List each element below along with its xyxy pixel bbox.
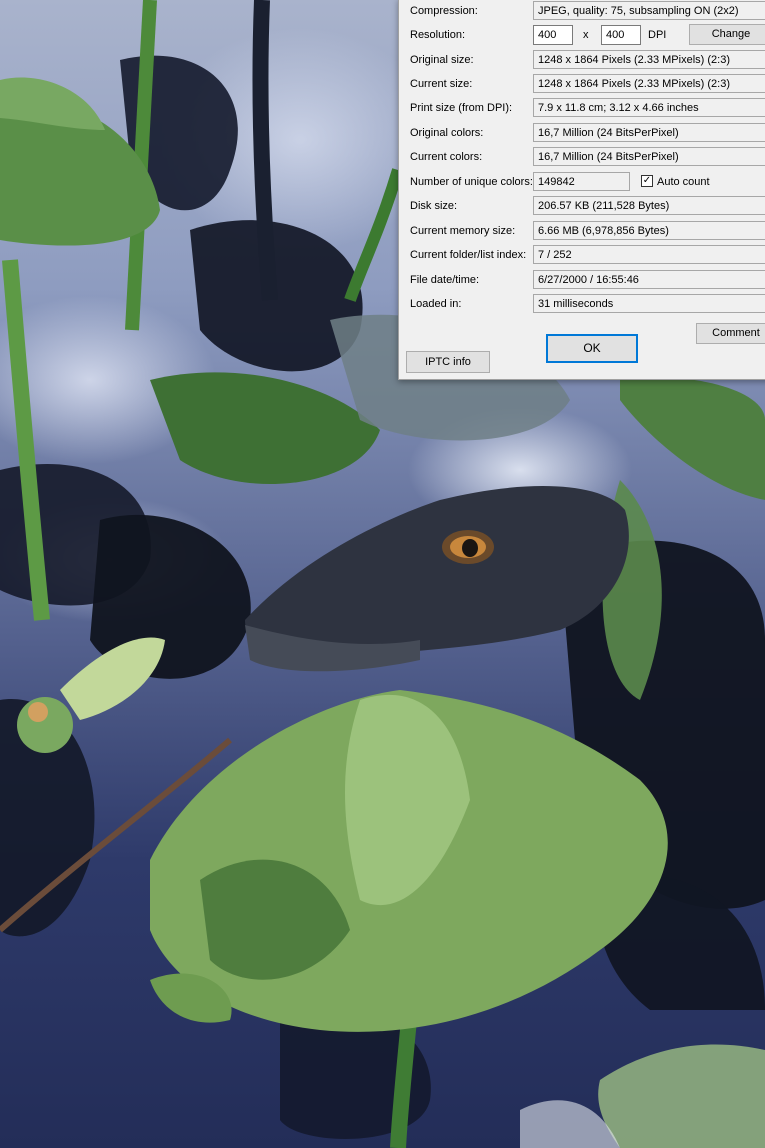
resolution-row: Resolution: 400 x 400 DPI Change (399, 24, 765, 47)
image-properties-dialog: Compression: JPEG, quality: 75, subsampl… (398, 0, 765, 380)
disk-size-label: Disk size: (410, 200, 458, 212)
auto-count-label: Auto count (657, 176, 710, 188)
file-date-label: File date/time: (410, 274, 480, 286)
resolution-unit-label: DPI (648, 29, 667, 41)
original-size-label: Original size: (410, 54, 474, 66)
compression-row: Compression: JPEG, quality: 75, subsampl… (399, 1, 765, 23)
unique-colors-row: Number of unique colors: 149842 ✓ Auto c… (399, 172, 765, 194)
current-size-label: Current size: (410, 78, 473, 90)
resolution-label: Resolution: (410, 29, 466, 41)
folder-index-value: 7 / 252 (533, 245, 765, 264)
original-colors-value: 16,7 Million (24 BitsPerPixel) (533, 123, 765, 142)
ok-button[interactable]: OK (546, 334, 638, 363)
disk-size-row: Disk size: 206.57 KB (211,528 Bytes) (399, 196, 765, 218)
comment-button[interactable]: Comment (696, 323, 765, 344)
disk-size-value: 206.57 KB (211,528 Bytes) (533, 196, 765, 215)
compression-label: Compression: (410, 5, 478, 17)
memory-size-value: 6.66 MB (6,978,856 Bytes) (533, 221, 765, 240)
original-colors-label: Original colors: (410, 127, 484, 139)
folder-index-row: Current folder/list index: 7 / 252 (399, 245, 765, 267)
resolution-x-field[interactable]: 400 (533, 25, 573, 45)
current-size-value: 1248 x 1864 Pixels (2.33 MPixels) (2:3) (533, 74, 765, 93)
print-size-row: Print size (from DPI): 7.9 x 11.8 cm; 3.… (399, 98, 765, 120)
unique-colors-value: 149842 (533, 172, 630, 191)
auto-count-checkbox[interactable]: ✓ (641, 175, 653, 187)
change-button[interactable]: Change (689, 24, 765, 45)
iptc-info-button[interactable]: IPTC info (406, 351, 490, 373)
memory-size-label: Current memory size: (410, 225, 516, 237)
compression-value: JPEG, quality: 75, subsampling ON (2x2) (533, 1, 765, 20)
resolution-y-field[interactable]: 400 (601, 25, 641, 45)
current-colors-value: 16,7 Million (24 BitsPerPixel) (533, 147, 765, 166)
memory-size-row: Current memory size: 6.66 MB (6,978,856 … (399, 221, 765, 243)
file-date-value: 6/27/2000 / 16:55:46 (533, 270, 765, 289)
loaded-in-label: Loaded in: (410, 298, 462, 310)
file-date-row: File date/time: 6/27/2000 / 16:55:46 (399, 270, 765, 292)
original-size-value: 1248 x 1864 Pixels (2.33 MPixels) (2:3) (533, 50, 765, 69)
original-size-row: Original size: 1248 x 1864 Pixels (2.33 … (399, 50, 765, 72)
current-colors-row: Current colors: 16,7 Million (24 BitsPer… (399, 147, 765, 169)
folder-index-label: Current folder/list index: (410, 249, 527, 261)
resolution-separator: x (583, 29, 589, 41)
current-colors-label: Current colors: (410, 151, 483, 163)
unique-colors-label: Number of unique colors: (410, 176, 533, 188)
loaded-in-value: 31 milliseconds (533, 294, 765, 313)
print-size-label: Print size (from DPI): (410, 102, 513, 114)
print-size-value: 7.9 x 11.8 cm; 3.12 x 4.66 inches (533, 98, 765, 117)
original-colors-row: Original colors: 16,7 Million (24 BitsPe… (399, 123, 765, 145)
current-size-row: Current size: 1248 x 1864 Pixels (2.33 M… (399, 74, 765, 96)
loaded-in-row: Loaded in: 31 milliseconds (399, 294, 765, 316)
